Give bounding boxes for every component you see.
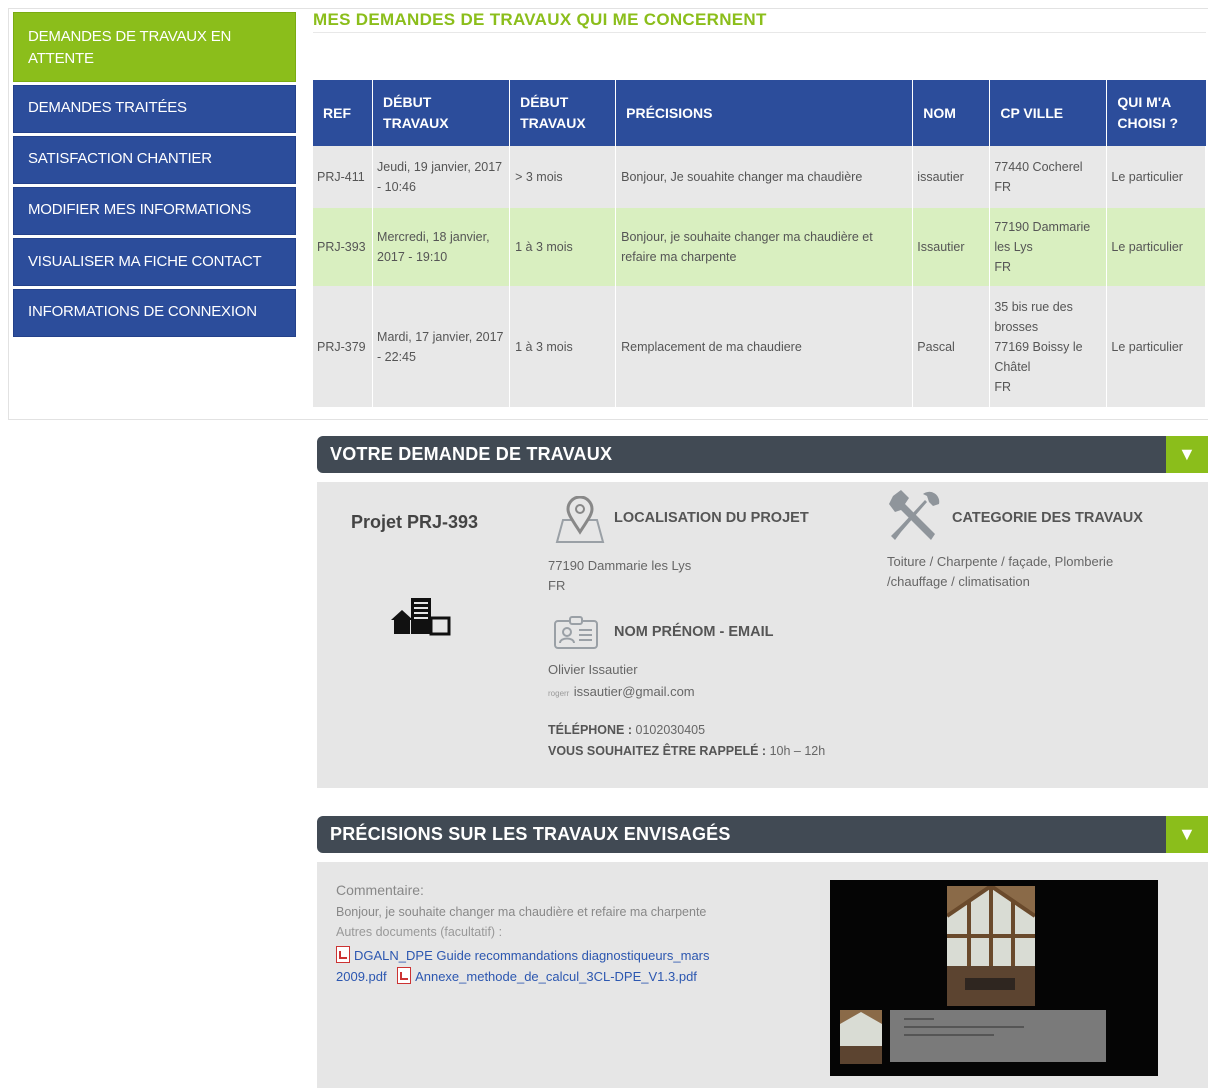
cell-details: Remplacement de ma chaudiere <box>615 286 914 407</box>
sidebar-item-label: DEMANDES DE TRAVAUX EN ATTENTE <box>28 28 232 67</box>
sidebar-item-site-satisfaction[interactable]: SATISFACTION CHANTIER <box>13 136 296 184</box>
sidebar-item-login-info[interactable]: INFORMATIONS DE CONNEXION <box>13 289 296 337</box>
category-value: Toiture / Charpente / façade, Plomberie … <box>887 554 1114 589</box>
pdf-icon <box>397 967 412 984</box>
documents-label: Autres documents (facultatif) : <box>336 925 503 939</box>
contact-label: NOM PRÉNOM - EMAIL <box>614 624 774 640</box>
thumbnail-document[interactable] <box>890 1010 1106 1062</box>
cell-date: Mardi, 17 janvier, 2017 - 22:45 <box>372 286 511 407</box>
cell-city: 77440 Cocherel FR <box>989 146 1108 208</box>
sidebar-item-edit-info[interactable]: MODIFIER MES INFORMATIONS <box>13 187 296 235</box>
cell-ref: PRJ-393 <box>313 208 374 286</box>
cell-city: 77190 Dammarie les Lys FR <box>989 208 1108 286</box>
tools-icon <box>889 490 940 540</box>
documents-list: DGALN_DPE Guide recommandations diagnost… <box>336 945 756 987</box>
thumbnail-photo[interactable] <box>840 1010 882 1064</box>
sidebar-item-label: SATISFACTION CHANTIER <box>28 150 212 167</box>
col-details[interactable]: PRÉCISIONS <box>615 80 914 146</box>
cell-delay: 1 à 3 mois <box>509 286 617 407</box>
callback-value: 10h – 12h <box>769 744 826 758</box>
details-panel-header[interactable]: PRÉCISIONS SUR LES TRAVAUX ENVISAGÉS ▼ <box>317 816 1208 853</box>
location-pin-icon <box>555 496 605 543</box>
sidebar-item-label: DEMANDES TRAITÉES <box>28 99 187 116</box>
cell-chosen-by: Le particulier <box>1106 286 1206 407</box>
request-panel-body: Projet PRJ-393 LOCALISATION DU PROJET 77… <box>317 482 1208 788</box>
phone-label: TÉLÉPHONE : <box>548 723 633 737</box>
table-header-row: REF DÉBUT TRAVAUX DÉBUT TRAVAUX PRÉCISIO… <box>313 80 1206 146</box>
col-ref[interactable]: REF <box>313 80 374 146</box>
image-preview[interactable] <box>830 880 1158 1076</box>
location-label: LOCALISATION DU PROJET <box>614 510 809 526</box>
sidebar-item-pending-requests[interactable]: DEMANDES DE TRAVAUX EN ATTENTE <box>13 12 296 82</box>
cell-name: issautier <box>912 146 991 208</box>
col-start-delay[interactable]: DÉBUT TRAVAUX <box>509 80 617 146</box>
cell-chosen-by: Le particulier <box>1106 146 1206 208</box>
contact-email[interactable]: issautier@gmail.com <box>574 684 695 699</box>
table-row[interactable]: PRJ-379 Mardi, 17 janvier, 2017 - 22:45 … <box>313 286 1206 407</box>
comment-label: Commentaire: <box>336 882 424 898</box>
details-panel-title: PRÉCISIONS SUR LES TRAVAUX ENVISAGÉS <box>330 824 731 844</box>
cell-ref: PRJ-379 <box>313 286 374 407</box>
sidebar-item-label: VISUALISER MA FICHE CONTACT <box>28 253 262 270</box>
cell-chosen-by: Le particulier <box>1106 208 1206 286</box>
cell-details: Bonjour, Je souahite changer ma chaudièr… <box>615 146 914 208</box>
house-interior-photo <box>947 886 1035 1006</box>
col-start-date[interactable]: DÉBUT TRAVAUX <box>372 80 511 146</box>
cell-city: 35 bis rue des brosses 77169 Boissy le C… <box>989 286 1108 407</box>
category-label: CATEGORIE DES TRAVAUX <box>952 510 1143 526</box>
id-card-icon <box>554 616 598 649</box>
callback-label: VOUS SOUHAITEZ ÊTRE RAPPELÉ : <box>548 744 767 758</box>
cell-delay: > 3 mois <box>509 146 617 208</box>
table-row[interactable]: PRJ-393 Mercredi, 18 janvier, 2017 - 19:… <box>313 208 1206 286</box>
request-panel-header[interactable]: VOTRE DEMANDE DE TRAVAUX ▼ <box>317 436 1208 473</box>
email-prefix: rogerr <box>548 689 570 698</box>
cell-date: Mercredi, 18 janvier, 2017 - 19:10 <box>372 208 511 286</box>
page-title: MES DEMANDES DE TRAVAUX QUI ME CONCERNEN… <box>313 10 1206 33</box>
cell-name: Issautier <box>912 208 991 286</box>
contact-email-row: rogerr issautier@gmail.com <box>548 683 695 701</box>
table-row[interactable]: PRJ-411 Jeudi, 19 janvier, 2017 - 10:46 … <box>313 146 1206 208</box>
project-ref: Projet PRJ-393 <box>351 512 479 532</box>
phone-value: 0102030405 <box>635 723 706 737</box>
details-panel-body: Commentaire: Bonjour, je souhaite change… <box>317 862 1208 1088</box>
sidebar-item-label: MODIFIER MES INFORMATIONS <box>28 201 252 218</box>
col-name[interactable]: NOM <box>912 80 991 146</box>
location-value: 77190 Dammarie les Lys FR <box>548 558 692 593</box>
collapse-toggle-icon[interactable]: ▼ <box>1166 436 1208 473</box>
buildings-icon <box>391 598 451 636</box>
sidebar-item-processed-requests[interactable]: DEMANDES TRAITÉES <box>13 85 296 133</box>
requests-table: REF DÉBUT TRAVAUX DÉBUT TRAVAUX PRÉCISIO… <box>313 80 1206 407</box>
cell-name: Pascal <box>912 286 991 407</box>
cell-delay: 1 à 3 mois <box>509 208 617 286</box>
comment-value: Bonjour, je souhaite changer ma chaudièr… <box>336 905 707 919</box>
document-link[interactable]: Annexe_methode_de_calcul_3CL-DPE_V1.3.pd… <box>415 969 697 984</box>
contact-name: Olivier Issautier <box>548 662 638 677</box>
cell-date: Jeudi, 19 janvier, 2017 - 10:46 <box>372 146 511 208</box>
col-chosen-by[interactable]: QUI M'A CHOISI ? <box>1106 80 1206 146</box>
cell-ref: PRJ-411 <box>313 146 374 208</box>
collapse-toggle-icon[interactable]: ▼ <box>1166 816 1208 853</box>
request-panel-title: VOTRE DEMANDE DE TRAVAUX <box>330 444 613 464</box>
sidebar-item-label: INFORMATIONS DE CONNEXION <box>28 303 257 320</box>
col-city[interactable]: CP VILLE <box>989 80 1108 146</box>
sidebar-item-view-contact[interactable]: VISUALISER MA FICHE CONTACT <box>13 238 296 286</box>
pdf-icon <box>336 946 350 963</box>
cell-details: Bonjour, je souhaite changer ma chaudièr… <box>615 208 914 286</box>
sidebar-nav: DEMANDES DE TRAVAUX EN ATTENTE DEMANDES … <box>13 12 296 340</box>
phone-row: TÉLÉPHONE : 0102030405 <box>548 723 705 737</box>
callback-row: VOUS SOUHAITEZ ÊTRE RAPPELÉ : 10h – 12h <box>548 744 825 758</box>
